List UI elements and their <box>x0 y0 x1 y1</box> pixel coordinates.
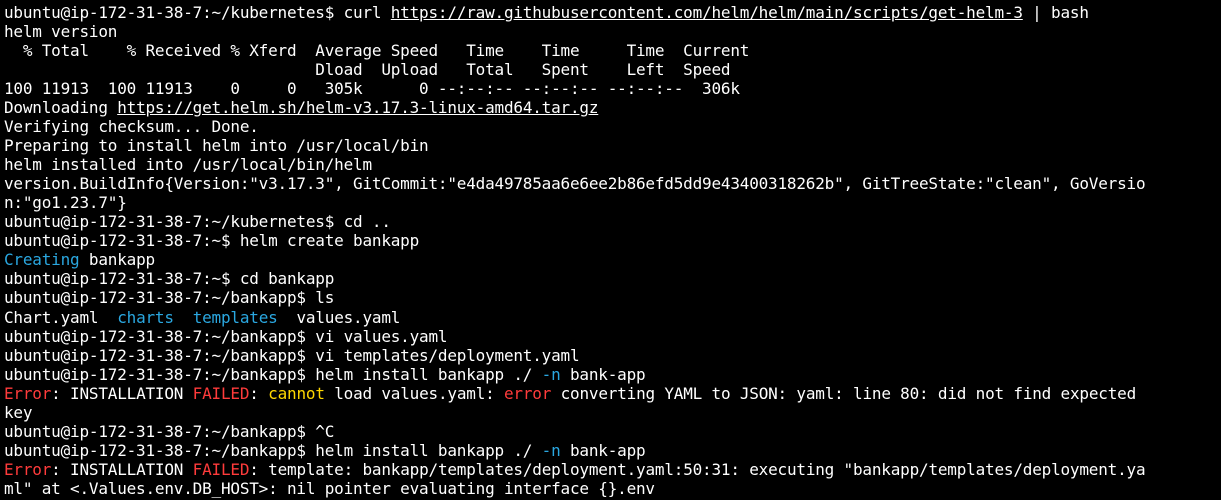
terminal-text: n:"go1.23.7"} <box>4 193 127 213</box>
terminal-text: % Total % Received % Xferd Average Speed… <box>4 41 750 61</box>
terminal-line: ml" at <.Values.env.DB_HOST>: nil pointe… <box>4 479 1221 498</box>
terminal-text: ubuntu@ip-172-31-38-7:~/bankapp$ ^C <box>4 421 335 441</box>
error-text: error <box>504 383 552 403</box>
terminal-line: ubuntu@ip-172-31-38-7:~/bankapp$ vi valu… <box>4 327 1221 346</box>
terminal-line: Error: INSTALLATION FAILED: cannot load … <box>4 384 1221 403</box>
terminal-line: 100 11913 100 11913 0 0 305k 0 --:--:-- … <box>4 79 1221 98</box>
highlight-text: -n <box>541 364 561 384</box>
terminal-text: Verifying checksum... Done. <box>4 117 259 137</box>
terminal-line: ubuntu@ip-172-31-38-7:~/bankapp$ ^C <box>4 422 1221 441</box>
highlight-text: -n <box>541 440 561 460</box>
terminal-text: : <box>249 383 269 403</box>
terminal-text: version.BuildInfo{Version:"v3.17.3", Git… <box>4 174 1146 194</box>
terminal-line: key <box>4 403 1221 422</box>
terminal-text: Preparing to install helm into /usr/loca… <box>4 136 429 156</box>
terminal-text: load values.yaml: <box>324 383 504 403</box>
terminal-text: Downloading <box>4 98 118 118</box>
terminal-text: : INSTALLATION <box>51 459 193 479</box>
terminal-line: Chart.yaml charts templates values.yaml <box>4 308 1221 327</box>
error-text: Error <box>4 383 52 403</box>
error-text: FAILED <box>192 459 250 479</box>
terminal-line: n:"go1.23.7"} <box>4 193 1221 212</box>
terminal-text: ubuntu@ip-172-31-38-7:~/bankapp$ vi temp… <box>4 345 580 365</box>
terminal-line: Dload Upload Total Spent Left Speed <box>4 60 1221 79</box>
terminal-text: ubuntu@ip-172-31-38-7:~$ cd bankapp <box>4 269 335 289</box>
terminal-text: ubuntu@ip-172-31-38-7:~/bankapp$ ls <box>4 288 335 308</box>
terminal-text: | bash <box>1022 3 1089 22</box>
error-text: Error <box>4 459 52 479</box>
terminal-text: bankapp <box>79 250 155 270</box>
terminal-link[interactable]: https://raw.githubusercontent.com/helm/h… <box>391 3 1023 22</box>
terminal-line: Verifying checksum... Done. <box>4 117 1221 136</box>
terminal-text: ubuntu@ip-172-31-38-7:~/kubernetes$ cd .… <box>4 212 391 232</box>
terminal-line: Error: INSTALLATION FAILED: template: ba… <box>4 460 1221 479</box>
terminal-line: ubuntu@ip-172-31-38-7:~/bankapp$ ls <box>4 288 1221 307</box>
terminal-text: ubuntu@ip-172-31-38-7:~/bankapp$ helm in… <box>4 364 542 384</box>
warning-text: cannot <box>268 383 325 403</box>
terminal-line: ubuntu@ip-172-31-38-7:~/bankapp$ vi temp… <box>4 346 1221 365</box>
error-text: FAILED <box>192 383 250 403</box>
terminal-text: : INSTALLATION <box>51 383 193 403</box>
terminal-line: ubuntu@ip-172-31-38-7:~/bankapp$ helm in… <box>4 441 1221 460</box>
terminal-line: ubuntu@ip-172-31-38-7:~$ helm create ban… <box>4 231 1221 250</box>
terminal-text: bank-app <box>560 364 646 384</box>
terminal-line: Downloading https://get.helm.sh/helm-v3.… <box>4 98 1221 117</box>
terminal-line: helm version <box>4 22 1221 41</box>
terminal-text: key <box>4 402 33 422</box>
terminal-link[interactable]: https://get.helm.sh/helm-v3.17.3-linux-a… <box>117 98 598 117</box>
terminal-text: helm installed into /usr/local/bin/helm <box>4 155 372 175</box>
terminal-text: ml" at <.Values.env.DB_HOST>: nil pointe… <box>4 478 655 498</box>
terminal-line: Preparing to install helm into /usr/loca… <box>4 136 1221 155</box>
highlight-text: Creating <box>4 250 80 270</box>
highlight-text: templates <box>192 307 278 327</box>
terminal-text: ubuntu@ip-172-31-38-7:~/bankapp$ vi valu… <box>4 326 448 346</box>
terminal-line: ubuntu@ip-172-31-38-7:~/bankapp$ helm in… <box>4 365 1221 384</box>
terminal-line: ubuntu@ip-172-31-38-7:~/kubernetes$ cd .… <box>4 212 1221 231</box>
highlight-text: charts <box>117 307 174 327</box>
terminal-text: : template: bankapp/templates/deployment… <box>249 459 1146 479</box>
terminal-line: % Total % Received % Xferd Average Speed… <box>4 41 1221 60</box>
terminal-line: ubuntu@ip-172-31-38-7:~$ cd bankapp <box>4 269 1221 288</box>
terminal-line: Creating bankapp <box>4 250 1221 269</box>
terminal-line: helm installed into /usr/local/bin/helm <box>4 155 1221 174</box>
terminal-line: version.BuildInfo{Version:"v3.17.3", Git… <box>4 174 1221 193</box>
terminal-text: converting YAML to JSON: yaml: line 80: … <box>551 383 1137 403</box>
terminal-text: Dload Upload Total Spent Left Speed <box>4 60 731 80</box>
terminal-text: ubuntu@ip-172-31-38-7:~/kubernetes$ curl <box>4 3 391 22</box>
terminal-text: bank-app <box>560 440 646 460</box>
terminal-line: ubuntu@ip-172-31-38-7:~/kubernetes$ curl… <box>4 3 1221 22</box>
terminal-text: ubuntu@ip-172-31-38-7:~$ helm create ban… <box>4 231 420 251</box>
terminal-text: 100 11913 100 11913 0 0 305k 0 --:--:-- … <box>4 79 740 99</box>
terminal-text: ubuntu@ip-172-31-38-7:~/bankapp$ helm in… <box>4 440 542 460</box>
terminal-text: values.yaml <box>277 307 401 327</box>
terminal-text: Chart.yaml <box>4 307 118 327</box>
terminal-output[interactable]: ubuntu@ip-172-31-38-7:~/kubernetes$ curl… <box>0 0 1221 500</box>
terminal-text: helm version <box>4 22 118 42</box>
